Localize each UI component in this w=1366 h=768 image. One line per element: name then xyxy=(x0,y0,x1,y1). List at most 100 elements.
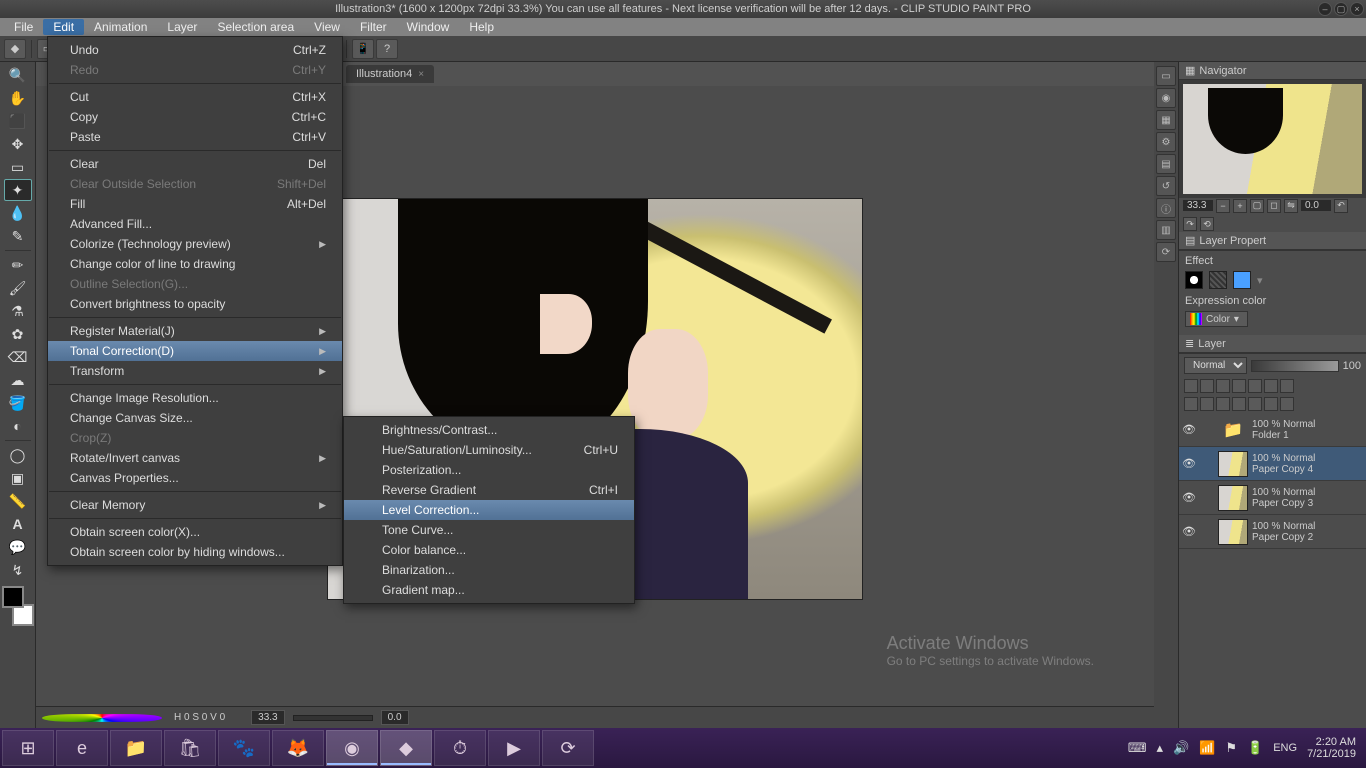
language-indicator[interactable]: ENG xyxy=(1273,742,1297,754)
nav-rot-cw-icon[interactable]: ↷ xyxy=(1183,217,1197,231)
frame-tool-icon[interactable]: ▣ xyxy=(4,467,32,489)
taskbar-store-icon[interactable]: 🛍 xyxy=(164,730,216,766)
menu-edit[interactable]: Edit xyxy=(43,19,84,35)
edit-menu-item[interactable]: Obtain screen color(X)... xyxy=(48,522,342,542)
panel-item-icon[interactable]: ▥ xyxy=(1156,220,1176,240)
tonal-submenu-item[interactable]: Gradient map... xyxy=(344,580,634,600)
opacity-value[interactable]: 100 xyxy=(1343,360,1361,372)
tonal-submenu-item[interactable]: Brightness/Contrast... xyxy=(344,420,634,440)
foreground-color-icon[interactable] xyxy=(2,586,24,608)
taskbar-app1-icon[interactable]: 🐾 xyxy=(218,730,270,766)
visibility-toggle-icon[interactable]: 👁 xyxy=(1182,457,1196,470)
balloon-tool-icon[interactable]: 💬 xyxy=(4,536,32,558)
navigator-thumbnail[interactable] xyxy=(1179,80,1366,198)
fill-tool-icon[interactable]: 🪣 xyxy=(4,392,32,414)
marquee-tool-icon[interactable]: ▭ xyxy=(4,156,32,178)
edit-menu-item[interactable]: ClearDel xyxy=(48,154,342,174)
close-tab-icon[interactable]: × xyxy=(418,69,424,80)
close-button[interactable]: × xyxy=(1350,2,1364,16)
visibility-toggle-icon[interactable]: 👁 xyxy=(1182,491,1196,504)
expression-color-dropdown[interactable]: Color ▾ xyxy=(1185,311,1248,327)
eraser-tool-icon[interactable]: ⌫ xyxy=(4,346,32,368)
tonal-submenu-item[interactable]: Binarization... xyxy=(344,560,634,580)
menu-animation[interactable]: Animation xyxy=(84,19,157,35)
navigator-rotate-value[interactable]: 0.0 xyxy=(1301,200,1331,211)
menu-view[interactable]: View xyxy=(304,19,350,35)
eyedropper-tool-icon[interactable]: 💧 xyxy=(4,202,32,224)
edit-menu-item[interactable]: Obtain screen color by hiding windows... xyxy=(48,542,342,562)
navigator-zoom-value[interactable]: 33.3 xyxy=(1183,200,1213,211)
panel-subtool-icon[interactable]: ▭ xyxy=(1156,66,1176,86)
layer-move-tool-icon[interactable]: ✥ xyxy=(4,133,32,155)
menu-layer[interactable]: Layer xyxy=(157,19,207,35)
edit-menu-item[interactable]: CopyCtrl+C xyxy=(48,107,342,127)
color-swatch[interactable] xyxy=(2,586,34,626)
create-mask-icon[interactable] xyxy=(1248,397,1262,411)
tonal-submenu-item[interactable]: Level Correction... xyxy=(344,500,634,520)
pen-tool-icon[interactable]: ✎ xyxy=(4,225,32,247)
apply-mask-icon[interactable] xyxy=(1264,397,1278,411)
edit-menu-item[interactable]: Transform▶ xyxy=(48,361,342,381)
edit-menu-item[interactable]: FillAlt+Del xyxy=(48,194,342,214)
layer-lock-icon[interactable] xyxy=(1232,379,1246,393)
clipstudio-icon[interactable]: ◆ xyxy=(4,39,26,59)
zoom-tool-icon[interactable]: 🔍 xyxy=(4,64,32,86)
layer-panel-header[interactable]: ≣ Layer xyxy=(1179,335,1366,353)
status-zoom-value[interactable]: 33.3 xyxy=(251,710,284,725)
panel-info-icon[interactable]: ⓘ xyxy=(1156,198,1176,218)
blend-mode-dropdown[interactable]: Normal xyxy=(1184,357,1247,374)
edit-menu-item[interactable]: Change Image Resolution... xyxy=(48,388,342,408)
layer-row[interactable]: 👁📁100 % NormalFolder 1 xyxy=(1179,413,1366,447)
panel-brushsize-icon[interactable]: ◉ xyxy=(1156,88,1176,108)
edit-menu-item[interactable]: Convert brightness to opacity xyxy=(48,294,342,314)
dropdown-arrow-icon[interactable]: ▾ xyxy=(1257,274,1263,287)
taskbar-ie-icon[interactable]: e xyxy=(56,730,108,766)
tray-chevron-icon[interactable]: ▴ xyxy=(1156,740,1163,756)
taskbar-wpm-icon[interactable]: ⏱ xyxy=(434,730,486,766)
auto-select-tool-icon[interactable]: ✦ xyxy=(4,179,32,201)
document-tab[interactable]: Illustration4 × xyxy=(346,65,434,83)
layer-properties-header[interactable]: ▤ Layer Propert xyxy=(1179,232,1366,250)
taskbar-media-icon[interactable]: ▶ xyxy=(488,730,540,766)
nav-rot-reset-icon[interactable]: ⟲ xyxy=(1200,217,1214,231)
edit-menu-item[interactable]: CutCtrl+X xyxy=(48,87,342,107)
layer-ruler-icon[interactable] xyxy=(1264,379,1278,393)
visibility-toggle-icon[interactable]: 👁 xyxy=(1182,423,1196,436)
minimize-button[interactable]: – xyxy=(1318,2,1332,16)
layer-row[interactable]: 👁100 % NormalPaper Copy 2 xyxy=(1179,515,1366,549)
panel-history-icon[interactable]: ↺ xyxy=(1156,176,1176,196)
nav-100-icon[interactable]: ◻ xyxy=(1267,199,1281,213)
move-tool-icon[interactable]: ✋ xyxy=(4,87,32,109)
tonal-submenu-item[interactable]: Hue/Saturation/Luminosity...Ctrl+U xyxy=(344,440,634,460)
merge-down-icon[interactable] xyxy=(1232,397,1246,411)
taskbar-app2-icon[interactable]: ⟳ xyxy=(542,730,594,766)
blend-tool-icon[interactable]: ☁ xyxy=(4,369,32,391)
edit-menu-item[interactable]: UndoCtrl+Z xyxy=(48,40,342,60)
action-center-icon[interactable]: ⚑ xyxy=(1225,740,1237,756)
layer-color-icon[interactable] xyxy=(1280,379,1294,393)
effect-tone-icon[interactable] xyxy=(1209,271,1227,289)
transfer-down-icon[interactable] xyxy=(1216,397,1230,411)
menu-filter[interactable]: Filter xyxy=(350,19,397,35)
figure-tool-icon[interactable]: ◯ xyxy=(4,444,32,466)
decoration-tool-icon[interactable]: ✿ xyxy=(4,323,32,345)
layer-row[interactable]: 👁100 % NormalPaper Copy 3 xyxy=(1179,481,1366,515)
edit-menu-item[interactable]: Clear Memory▶ xyxy=(48,495,342,515)
nav-rot-ccw-icon[interactable]: ↶ xyxy=(1334,199,1348,213)
layer-reference-icon[interactable] xyxy=(1200,379,1214,393)
layer-mask-icon[interactable] xyxy=(1248,379,1262,393)
pencil-tool-icon[interactable]: ✏ xyxy=(4,254,32,276)
edit-menu-item[interactable]: Canvas Properties... xyxy=(48,468,342,488)
taskbar-clipstudio-icon[interactable]: ◆ xyxy=(380,730,432,766)
volume-icon[interactable]: 🔊 xyxy=(1173,740,1189,756)
panel-color-icon[interactable]: ▦ xyxy=(1156,110,1176,130)
clock[interactable]: 2:20 AM 7/21/2019 xyxy=(1307,736,1356,760)
menu-help[interactable]: Help xyxy=(459,19,504,35)
correct-line-tool-icon[interactable]: ↯ xyxy=(4,559,32,581)
smartphone-icon[interactable]: 📱 xyxy=(352,39,374,59)
color-wheel-icon[interactable] xyxy=(42,714,162,722)
edit-menu-item[interactable]: PasteCtrl+V xyxy=(48,127,342,147)
tonal-submenu-item[interactable]: Color balance... xyxy=(344,540,634,560)
maximize-button[interactable]: ▢ xyxy=(1334,2,1348,16)
effect-border-icon[interactable] xyxy=(1185,271,1203,289)
